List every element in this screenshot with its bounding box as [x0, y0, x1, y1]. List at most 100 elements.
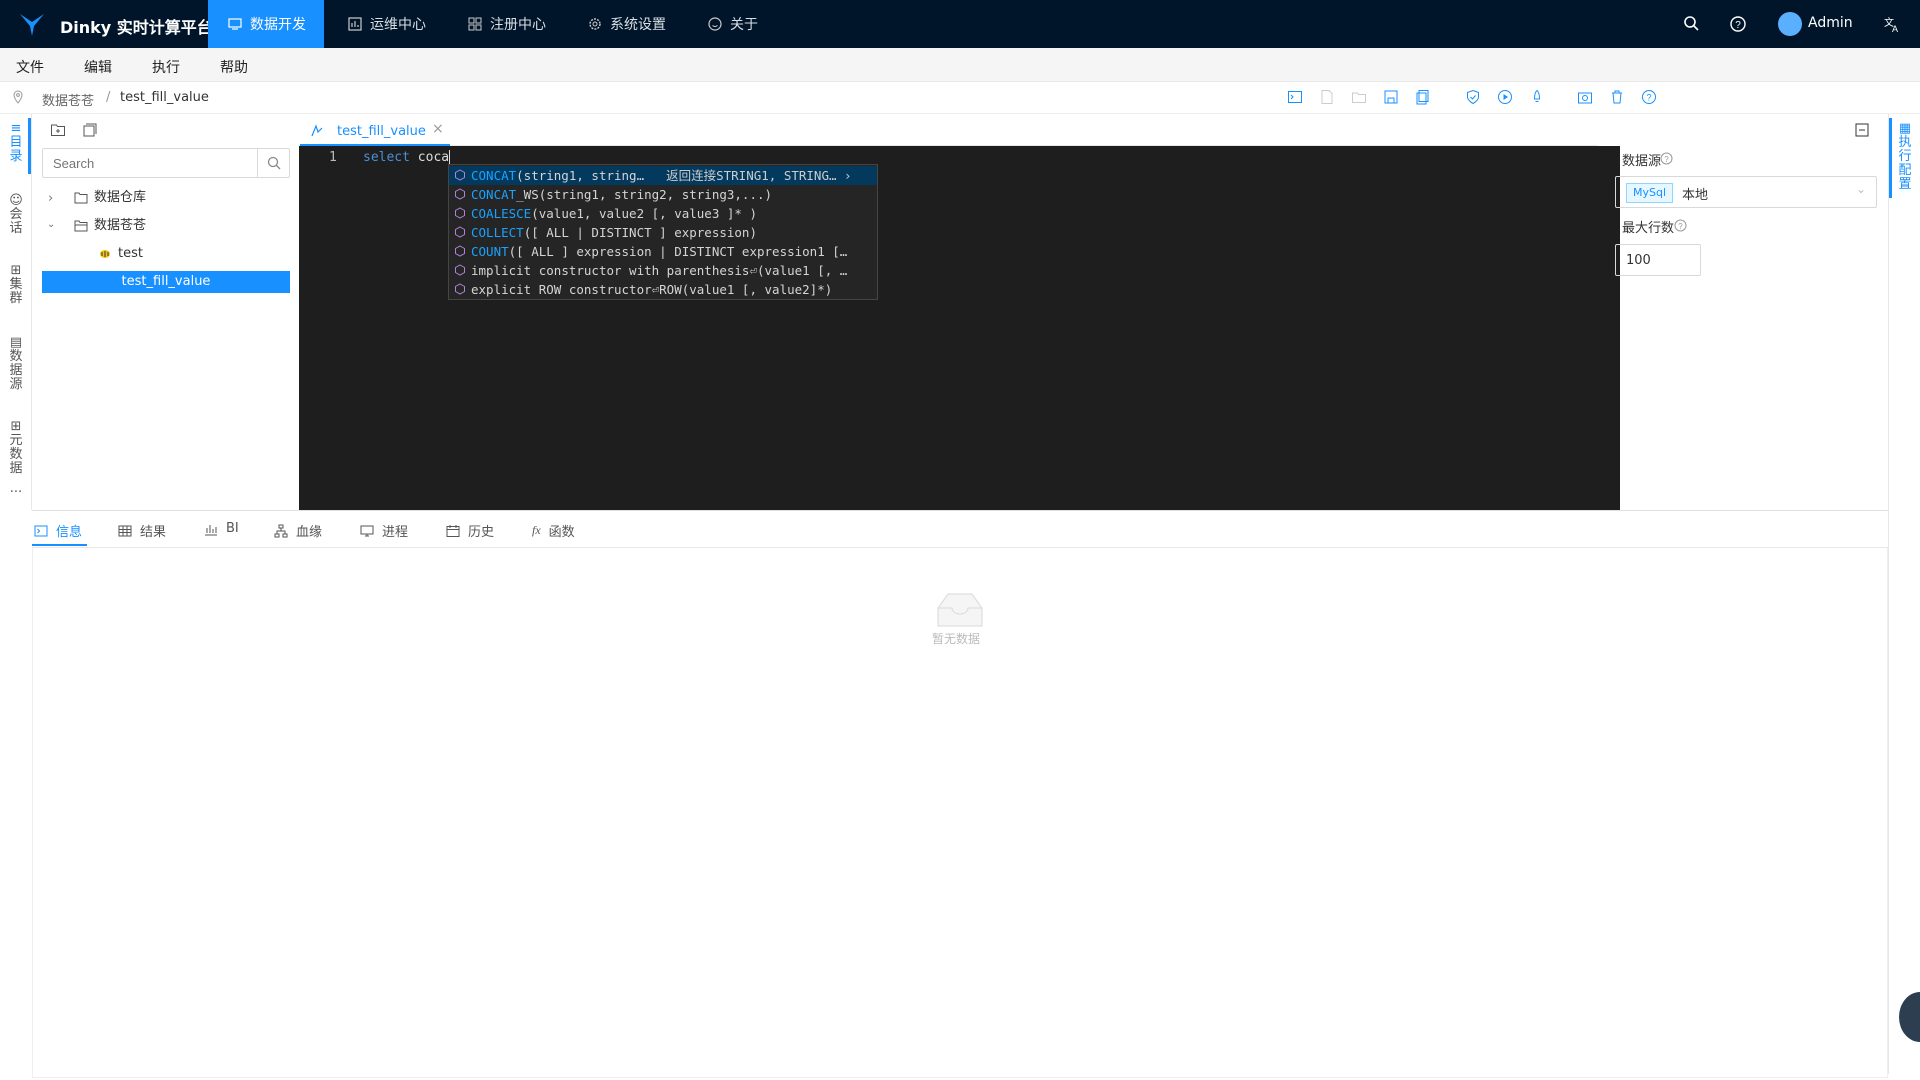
svg-text:?: ?: [1678, 222, 1683, 231]
nav-registry[interactable]: 注册中心: [448, 0, 564, 48]
empty-text: 暂无数据: [932, 632, 981, 646]
search-icon: [267, 156, 281, 170]
question-icon[interactable]: ?: [1641, 89, 1657, 105]
tab-process[interactable]: 进程: [360, 521, 408, 540]
tab-info[interactable]: 信息: [34, 521, 82, 540]
folder-icon: [74, 192, 88, 204]
collapse-all-icon[interactable]: [82, 122, 98, 138]
bar-chart-icon: [205, 524, 217, 535]
chevron-down-icon: ⌄: [1856, 182, 1867, 196]
save-icon[interactable]: [1383, 89, 1399, 105]
delete-icon[interactable]: [1609, 89, 1625, 105]
datasource-value: 本地: [1682, 188, 1709, 203]
search-icon[interactable]: [1682, 14, 1702, 34]
menu-help[interactable]: 帮助: [220, 57, 248, 77]
suggestion-item[interactable]: implicit constructor with parenthesis⏎(v…: [449, 261, 877, 280]
side-tab-datasource[interactable]: ▤ 数据源: [7, 336, 25, 392]
tab-bi[interactable]: BI: [204, 521, 239, 536]
side-tab-metadata[interactable]: ⊞ 元数据: [7, 420, 25, 476]
code-line: select coca: [363, 150, 450, 165]
suggestion-item[interactable]: COALESCE(value1, value2 [, value3 ]* ): [449, 204, 877, 223]
editor-tab-bar: [298, 114, 1598, 146]
datasource-label: 数据源: [1622, 154, 1662, 169]
function-cube-icon: [455, 264, 465, 276]
max-rows-input[interactable]: 100: [1615, 244, 1701, 276]
open-folder-icon[interactable]: [1351, 89, 1367, 105]
nav-label: 数据开发: [250, 17, 306, 33]
desktop-icon: [360, 525, 374, 536]
nav-settings[interactable]: 系统设置: [568, 0, 684, 48]
side-tab-more[interactable]: ...: [7, 482, 25, 496]
menu-edit[interactable]: 编辑: [84, 57, 112, 77]
dashboard-icon: [348, 17, 362, 31]
info-icon: ?: [1674, 219, 1687, 232]
rocket-icon[interactable]: [1529, 89, 1545, 105]
nav-ops-center[interactable]: 运维中心: [328, 0, 444, 48]
nav-about[interactable]: 关于: [688, 0, 776, 48]
help-icon[interactable]: ?: [1728, 14, 1748, 34]
chevron-right-icon[interactable]: ›: [48, 188, 53, 210]
tree-node-warehouse[interactable]: 数据仓库: [94, 187, 146, 209]
check-shield-icon[interactable]: [1465, 89, 1481, 105]
username[interactable]: Admin: [1808, 15, 1853, 31]
nav-label: 运维中心: [370, 17, 426, 33]
suggestion-item[interactable]: COUNT([ ALL ] expression | DISTINCT expr…: [449, 242, 877, 261]
gear-icon: [589, 18, 601, 30]
side-tab-session[interactable]: ☺ 会话: [7, 194, 25, 236]
folder-open-icon: [74, 220, 88, 232]
new-folder-icon[interactable]: [50, 122, 66, 138]
smile-icon: [708, 17, 722, 31]
lineage-icon: [274, 524, 288, 537]
editor-tab[interactable]: test_fill_value ×: [300, 116, 450, 146]
svg-text:?: ?: [1646, 93, 1651, 103]
apps-icon: [468, 17, 482, 31]
function-cube-icon: [455, 226, 465, 238]
tab-lineage[interactable]: 血缘: [274, 521, 322, 540]
suggestion-item[interactable]: explicit ROW constructor⏎ROW(value1 [, v…: [449, 280, 877, 299]
search-button[interactable]: [257, 149, 289, 177]
search-input[interactable]: [43, 149, 258, 177]
datasource-select[interactable]: MySql 本地 ⌄: [1615, 176, 1877, 208]
new-file-icon[interactable]: [1319, 89, 1335, 105]
table-icon: [118, 525, 132, 536]
bottom-tab-indicator: [32, 544, 87, 546]
side-tab-exec-config[interactable]: ▦ 执行配置: [1897, 122, 1913, 192]
language-icon[interactable]: 文A: [1882, 14, 1902, 34]
avatar[interactable]: [1778, 12, 1802, 36]
suggestion-item[interactable]: COLLECT([ ALL | DISTINCT ] expression): [449, 223, 877, 242]
close-icon[interactable]: ×: [432, 121, 444, 137]
brand-title: Dinky 实时计算平台: [60, 18, 213, 37]
breadcrumb-current: test_fill_value: [120, 90, 209, 105]
run-icon[interactable]: [1497, 89, 1513, 105]
function-cube-icon: [455, 245, 465, 257]
editor-tab-label: test_fill_value: [337, 124, 426, 139]
suggestion-item[interactable]: CONCAT_WS(string1, string2, string3,...): [449, 185, 877, 204]
bottom-tab-bar: 信息 结果 BI 血缘 进程 历史 fx 函数: [32, 510, 1888, 548]
breadcrumb-separator: /: [106, 90, 111, 105]
tree-node-test[interactable]: test: [118, 243, 143, 265]
chevron-down-icon[interactable]: ⌄: [47, 214, 55, 236]
copy-icon[interactable]: [1415, 89, 1431, 105]
tab-results[interactable]: 结果: [118, 521, 166, 540]
nav-label: 系统设置: [610, 17, 666, 33]
console-icon[interactable]: [1287, 89, 1303, 105]
location-icon: [13, 90, 23, 104]
camera-icon[interactable]: [1577, 89, 1593, 105]
breadcrumb: 数据苍苍 / test_fill_value: [0, 82, 1920, 114]
max-rows-label: 最大行数: [1622, 221, 1675, 236]
tab-history[interactable]: 历史: [446, 521, 494, 540]
menu-file[interactable]: 文件: [16, 57, 44, 77]
nav-data-dev[interactable]: 数据开发: [208, 0, 324, 48]
side-tab-cluster[interactable]: ⊞ 集群: [7, 264, 25, 306]
minimize-panel-icon[interactable]: [1854, 122, 1870, 138]
function-cube-icon: [455, 169, 465, 181]
info-icon: ?: [1660, 152, 1673, 165]
side-tab-catalog[interactable]: ≡ 目录: [7, 122, 25, 164]
tree-node-test-fill-value[interactable]: test_fill_value: [42, 271, 290, 293]
suggestion-item[interactable]: CONCAT(string1, string… 返回连接STRING1, STRI…: [449, 166, 877, 185]
menu-bar: 文件 编辑 执行 帮助: [0, 48, 1920, 82]
breadcrumb-root[interactable]: 数据苍苍: [42, 90, 94, 109]
tree-node-cangcang[interactable]: 数据苍苍: [94, 215, 146, 237]
tab-functions[interactable]: fx 函数: [532, 521, 575, 540]
menu-run[interactable]: 执行: [152, 57, 180, 77]
